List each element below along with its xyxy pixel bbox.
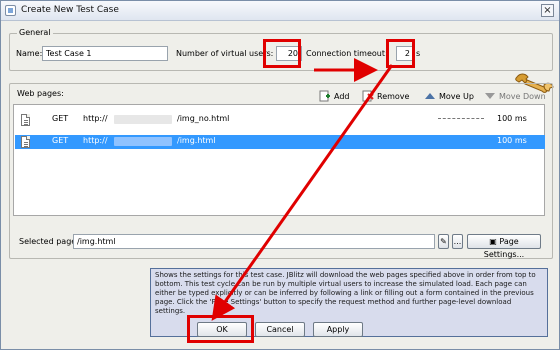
redacted-url-segment — [114, 115, 172, 124]
document-icon — [21, 136, 30, 148]
move-up-label: Move Up — [439, 92, 474, 101]
app-icon — [5, 5, 16, 16]
move-down-label: Move Down — [499, 92, 546, 101]
request-method: GET — [52, 114, 69, 123]
remove-page-icon — [362, 90, 374, 102]
web-page-row[interactable]: GET http:// /img_no.html 100 ms — [15, 113, 545, 127]
move-down-button[interactable]: Move Down — [484, 90, 546, 102]
add-button[interactable]: Add — [319, 90, 350, 102]
create-test-case-window: Create New Test Case × General Name: Tes… — [0, 0, 560, 350]
url-suffix: /img.html — [177, 136, 216, 145]
timing-value: 100 ms — [497, 114, 527, 123]
selected-page-label: Selected page: — [19, 237, 79, 246]
document-icon — [21, 114, 30, 126]
redacted-url-segment — [114, 137, 172, 146]
cancel-button[interactable]: Cancel — [255, 322, 305, 337]
name-field[interactable]: Test Case 1 — [42, 46, 168, 61]
request-method: GET — [52, 136, 69, 145]
url-prefix: http:// — [83, 136, 108, 145]
move-up-button[interactable]: Move Up — [424, 90, 474, 102]
web-pages-legend: Web pages: — [17, 89, 64, 98]
add-page-icon — [319, 90, 330, 102]
triangle-up-icon — [425, 93, 435, 99]
connection-timeout-label: Connection timeout: — [306, 49, 388, 58]
ok-highlight — [187, 315, 254, 343]
triangle-down-icon — [485, 93, 495, 99]
page-settings-button[interactable]: ▣ Page Settings... — [467, 234, 541, 259]
url-prefix: http:// — [83, 114, 108, 123]
edit-page-button[interactable]: ✎ — [438, 234, 449, 249]
web-page-row-selected[interactable]: GET http:// /img.html 100 ms — [15, 135, 545, 149]
general-legend: General — [17, 28, 53, 37]
selected-page-row: Selected page: /img.html ✎ ... ▣ Page Se… — [13, 233, 545, 259]
window-title: Create New Test Case — [21, 5, 119, 15]
browse-page-button[interactable]: ... — [452, 234, 463, 249]
close-icon[interactable]: × — [541, 4, 554, 17]
url-suffix: /img_no.html — [177, 114, 230, 123]
remove-button-label: Remove — [377, 92, 410, 101]
virtual-users-label: Number of virtual users: — [176, 49, 274, 58]
remove-button[interactable]: Remove — [362, 90, 409, 102]
page-settings-icon: ▣ — [489, 237, 497, 246]
virtual-users-highlight — [263, 39, 301, 68]
name-label: Name: — [16, 49, 43, 58]
web-pages-list[interactable]: GET http:// /img_no.html 100 ms GET http… — [13, 104, 545, 216]
timeout-highlight — [386, 39, 415, 68]
timing-bar — [438, 118, 484, 119]
window-titlebar: Create New Test Case × — [1, 1, 559, 21]
apply-button[interactable]: Apply — [313, 322, 363, 337]
selected-page-field[interactable]: /img.html — [73, 234, 435, 249]
add-button-label: Add — [334, 92, 350, 101]
timing-value: 100 ms — [497, 136, 527, 145]
connection-timeout-unit: s — [416, 49, 421, 58]
